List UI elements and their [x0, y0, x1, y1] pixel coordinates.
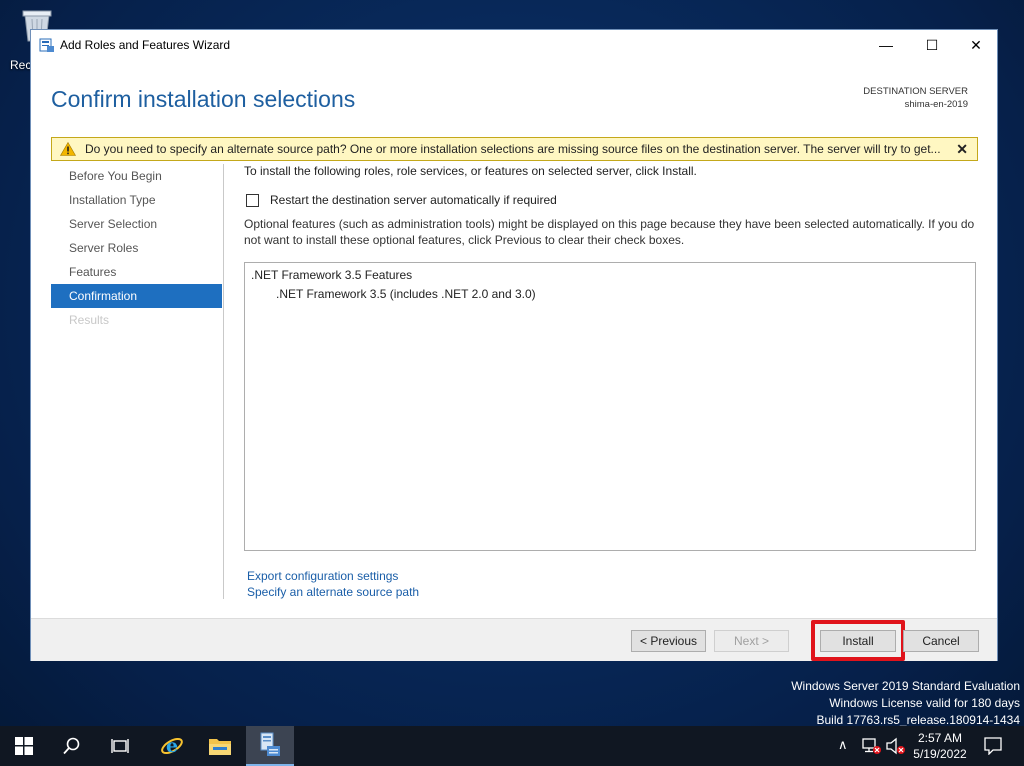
- internet-explorer-taskbar-button[interactable]: e: [148, 726, 196, 766]
- nav-item-server-roles[interactable]: Server Roles: [51, 236, 222, 260]
- add-roles-wizard-window: Add Roles and Features Wizard — ☐ ✕ Conf…: [30, 29, 998, 661]
- minimize-button[interactable]: —: [863, 30, 909, 60]
- server-manager-icon: [260, 732, 280, 756]
- file-explorer-icon: [209, 739, 231, 755]
- nav-item-installation-type[interactable]: Installation Type: [51, 188, 222, 212]
- previous-button[interactable]: < Previous: [631, 630, 706, 652]
- action-center-notification-icon[interactable]: [984, 737, 1002, 755]
- wizard-app-icon: [39, 38, 54, 52]
- clock-time: 2:57 AM: [917, 731, 963, 745]
- list-item: .NET Framework 3.5 (includes .NET 2.0 an…: [276, 287, 536, 301]
- dismiss-warning-close-icon[interactable]: ✕: [956, 141, 968, 158]
- watermark-edition: Windows Server 2019 Standard Evaluation: [791, 679, 1020, 693]
- maximize-icon: ☐: [925, 36, 939, 53]
- next-button: Next >: [714, 630, 789, 652]
- nav-divider: [223, 164, 224, 599]
- file-explorer-taskbar-button[interactable]: [196, 726, 244, 766]
- network-disconnected-icon[interactable]: [862, 737, 882, 755]
- optional-features-note: Optional features (such as administratio…: [244, 217, 975, 247]
- close-window-button[interactable]: ✕: [953, 30, 999, 60]
- taskbar-clock[interactable]: 2:57 AM 5/19/2022: [908, 730, 972, 762]
- server-manager-taskbar-button[interactable]: [246, 726, 294, 766]
- nav-item-server-selection[interactable]: Server Selection: [51, 212, 222, 236]
- nav-item-confirmation[interactable]: Confirmation: [51, 284, 222, 308]
- list-item: .NET Framework 3.5 Features: [251, 268, 413, 282]
- window-title: Add Roles and Features Wizard: [60, 38, 231, 52]
- close-icon: ✕: [970, 36, 982, 53]
- alternate-source-warning-banner: Do you need to specify an alternate sour…: [51, 137, 978, 161]
- window-titlebar[interactable]: Add Roles and Features Wizard — ☐ ✕: [31, 30, 997, 60]
- destination-label: DESTINATION SERVER: [863, 86, 968, 97]
- recycle-bin-label: Rec: [10, 58, 32, 72]
- restart-checkbox-label[interactable]: Restart the destination server automatic…: [270, 193, 557, 207]
- watermark-license: Windows License valid for 180 days: [829, 696, 1020, 710]
- cancel-button[interactable]: Cancel: [903, 630, 979, 652]
- windows-start-icon: [15, 737, 33, 755]
- minimize-icon: —: [879, 37, 893, 53]
- wizard-navigation: Before You Begin Installation Type Serve…: [51, 164, 222, 332]
- wizard-footer: < Previous Next > Install Cancel: [31, 618, 997, 661]
- show-hidden-icons-chevron-icon[interactable]: ∧: [838, 737, 848, 753]
- task-view-icon: [111, 739, 129, 753]
- page-title: Confirm installation selections: [51, 86, 356, 112]
- destination-server-info: DESTINATION SERVER shima-en-2019: [863, 85, 968, 111]
- search-button[interactable]: [48, 726, 96, 766]
- taskbar: e ∧ 2:57 AM 5/19/2022: [0, 726, 1024, 766]
- nav-item-results: Results: [69, 313, 110, 327]
- install-instructions: To install the following roles, role ser…: [244, 164, 697, 178]
- warning-triangle-icon: [60, 142, 76, 156]
- nav-item-before-you-begin[interactable]: Before You Begin: [51, 164, 222, 188]
- svg-text:e: e: [166, 735, 178, 757]
- task-view-button[interactable]: [96, 726, 144, 766]
- selected-features-list[interactable]: .NET Framework 3.5 Features .NET Framewo…: [244, 262, 976, 551]
- start-button[interactable]: [0, 726, 48, 766]
- destination-server-name: shima-en-2019: [904, 99, 968, 110]
- nav-item-features[interactable]: Features: [51, 260, 222, 284]
- windows-evaluation-watermark: Windows Server 2019 Standard Evaluation …: [791, 678, 1020, 729]
- search-icon: [63, 737, 80, 755]
- maximize-button[interactable]: ☐: [909, 30, 955, 60]
- install-button[interactable]: Install: [820, 630, 896, 652]
- restart-option[interactable]: Restart the destination server automatic…: [246, 193, 557, 207]
- volume-muted-icon[interactable]: [886, 737, 906, 755]
- export-configuration-link[interactable]: Export configuration settings: [247, 569, 398, 583]
- internet-explorer-icon: e: [161, 735, 183, 757]
- warning-text: Do you need to specify an alternate sour…: [85, 142, 941, 156]
- restart-checkbox[interactable]: [246, 193, 259, 207]
- clock-date: 5/19/2022: [913, 747, 967, 761]
- alternate-source-path-link[interactable]: Specify an alternate source path: [247, 585, 419, 599]
